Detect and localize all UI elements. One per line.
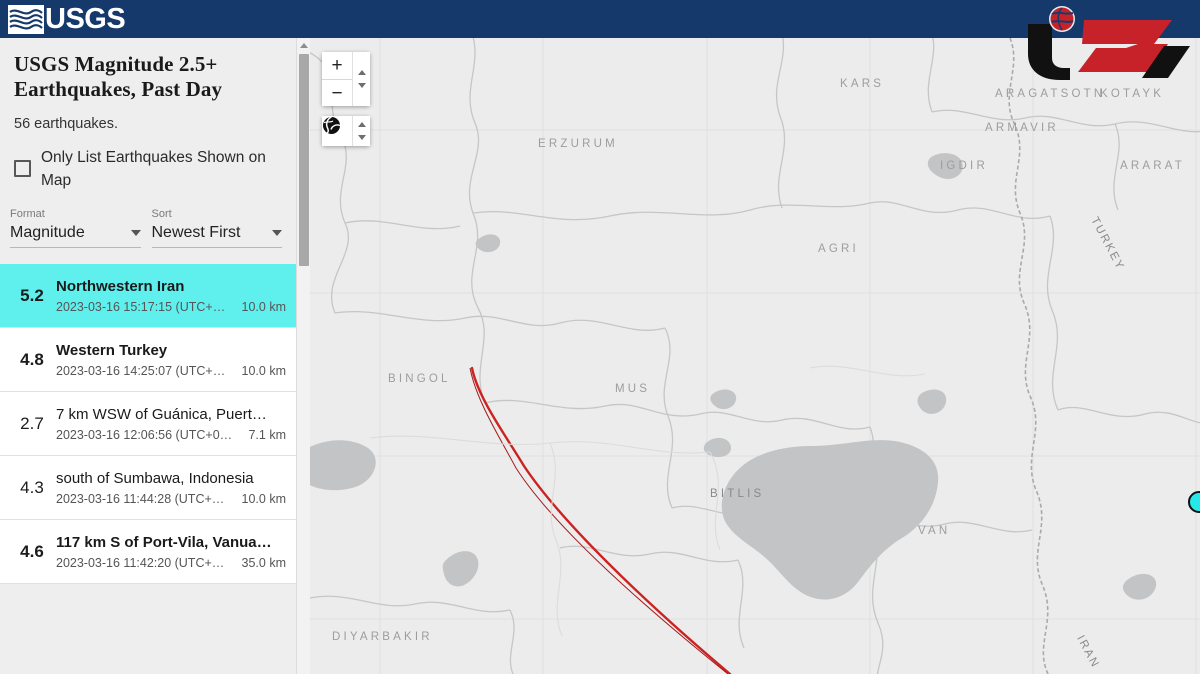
- earthquake-details: 117 km S of Port-Vila, Vanua… 2023-03-16 …: [56, 533, 296, 570]
- earthquake-place: south of Sumbawa, Indonesia: [56, 470, 254, 487]
- earthquake-list-item[interactable]: 5.2 Northwestern Iran 2023-03-16 15:17:15 …: [0, 264, 296, 328]
- earthquake-meta: 2023-03-16 14:25:07 (UTC+… 10.0 km: [56, 364, 286, 378]
- app-root: USGS KARS ARAGATSOTN ARMAVIR IGDIR ARARA…: [0, 0, 1200, 674]
- sort-select-field[interactable]: Sort Newest First: [151, 208, 282, 248]
- map-label-van: VAN: [918, 525, 951, 537]
- scroll-up-arrow-icon[interactable]: [297, 38, 311, 52]
- sort-select-value: Newest First: [151, 224, 241, 241]
- earthquake-meta: 2023-03-16 15:17:15 (UTC+… 10.0 km: [56, 300, 286, 314]
- map-label-kotayk: KOTAYK: [1100, 88, 1165, 100]
- map-label-diyarbakir: DIYARBAKIR: [332, 631, 433, 643]
- map-zoom-control[interactable]: + −: [322, 52, 370, 106]
- earthquake-list-item[interactable]: 4.8 Western Turkey 2023-03-16 14:25:07 (UT…: [0, 328, 296, 392]
- earthquake-details: Western Turkey 2023-03-16 14:25:07 (UTC+……: [56, 341, 296, 378]
- earthquake-map[interactable]: KARS ARAGATSOTN ARMAVIR IGDIR ARARAT KOT…: [310, 38, 1200, 674]
- earthquake-list-item[interactable]: 4.3 south of Sumbawa, Indonesia 2023-03-16…: [0, 456, 296, 520]
- usgs-wave-logo-icon: [8, 4, 44, 34]
- map-admin-boundaries: [310, 38, 1200, 674]
- map-label-bingol: BINGOL: [388, 373, 451, 385]
- earthquake-details: Northwestern Iran 2023-03-16 15:17:15 (UT…: [56, 277, 296, 314]
- map-label-bitlis: BITLIS: [710, 488, 765, 500]
- chevron-down-icon[interactable]: [130, 230, 141, 236]
- format-select-field[interactable]: Format Magnitude: [10, 208, 141, 248]
- zoom-in-button[interactable]: +: [322, 52, 352, 79]
- earthquake-sidebar: USGS Magnitude 2.5+ Earthquakes, Past Da…: [0, 38, 310, 674]
- format-select-label: Format: [10, 208, 45, 220]
- earthquake-details: 7 km WSW of Guánica, Puert… 2023-03-16 12…: [56, 405, 296, 442]
- earthquake-magnitude: 4.3: [20, 477, 44, 497]
- only-list-shown-label: Only List Earthquakes Shown on Map: [41, 149, 266, 189]
- basemap-spin-down-icon[interactable]: [353, 131, 370, 144]
- usgs-logo[interactable]: USGS: [8, 2, 126, 35]
- map-label-mus: MUS: [615, 383, 651, 395]
- globe-icon[interactable]: [322, 116, 352, 146]
- earthquake-time: 2023-03-16 11:44:28 (UTC+…: [56, 492, 225, 506]
- list-controls: Format Magnitude Sort Newest First: [0, 208, 296, 248]
- earthquake-meta: 2023-03-16 12:06:56 (UTC+0… 7.1 km: [56, 428, 286, 442]
- basemap-spin-up-icon[interactable]: [353, 118, 370, 131]
- map-vector-layer: [310, 38, 1200, 674]
- only-list-shown-checkbox[interactable]: [14, 160, 31, 177]
- earthquake-depth: 10.0 km: [241, 492, 286, 506]
- scrollbar-thumb[interactable]: [299, 54, 309, 266]
- map-label-aragatsotn: ARAGATSOTN: [995, 88, 1106, 100]
- usgs-logo-text: USGS: [45, 2, 126, 35]
- earthquake-place: 7 km WSW of Guánica, Puert…: [56, 406, 267, 423]
- earthquake-time: 2023-03-16 14:25:07 (UTC+…: [56, 364, 226, 378]
- earthquake-place: Western Turkey: [56, 342, 168, 359]
- map-fault-line: [469, 366, 732, 674]
- map-label-igdir: IGDIR: [940, 160, 988, 172]
- earthquake-time: 2023-03-16 15:17:15 (UTC+…: [56, 300, 226, 314]
- earthquake-meta: 2023-03-16 11:42:20 (UTC+… 35.0 km: [56, 556, 286, 570]
- zoom-spin-up-icon[interactable]: [353, 66, 370, 79]
- earthquake-depth: 10.0 km: [241, 300, 286, 314]
- earthquake-list-item[interactable]: 4.6 117 km S of Port-Vila, Vanua… 2023-03-…: [0, 520, 296, 584]
- earthquake-magnitude: 5.2: [20, 285, 44, 305]
- earthquake-place: 117 km S of Port-Vila, Vanua…: [56, 534, 272, 551]
- earthquake-count: 56 earthquakes.: [14, 116, 118, 132]
- map-basemap-control[interactable]: [322, 116, 370, 146]
- format-select-value: Magnitude: [10, 224, 85, 241]
- chevron-down-icon[interactable]: [272, 230, 282, 236]
- map-label-agri: AGRI: [818, 243, 859, 255]
- earthquake-depth: 35.0 km: [241, 556, 286, 570]
- map-label-kars: KARS: [840, 78, 885, 90]
- earthquake-time: 2023-03-16 11:42:20 (UTC+…: [56, 556, 225, 570]
- earthquake-place: Northwestern Iran: [56, 278, 185, 295]
- zoom-out-button[interactable]: −: [322, 79, 352, 106]
- news-site-watermark-logo: [1018, 2, 1194, 82]
- map-label-armavir: ARMAVIR: [985, 122, 1059, 134]
- earthquake-depth: 7.1 km: [248, 428, 286, 442]
- sort-select-label: Sort: [151, 208, 172, 220]
- earthquake-depth: 10.0 km: [241, 364, 286, 378]
- map-label-erzurum: ERZURUM: [538, 138, 618, 150]
- earthquake-details: south of Sumbawa, Indonesia 2023-03-16 11…: [56, 469, 296, 506]
- earthquake-list[interactable]: 5.2 Northwestern Iran 2023-03-16 15:17:15 …: [0, 264, 296, 584]
- earthquake-magnitude: 4.8: [20, 349, 44, 369]
- sidebar-scrollbar[interactable]: [296, 38, 310, 674]
- map-label-ararat: ARARAT: [1120, 160, 1185, 172]
- zoom-spin-down-icon[interactable]: [353, 79, 370, 92]
- sidebar-header: USGS Magnitude 2.5+ Earthquakes, Past Da…: [0, 38, 296, 192]
- earthquake-time: 2023-03-16 12:06:56 (UTC+0…: [56, 428, 233, 442]
- earthquake-magnitude: 2.7: [20, 413, 44, 433]
- page-title: USGS Magnitude 2.5+ Earthquakes, Past Da…: [14, 52, 223, 101]
- earthquake-magnitude: 4.6: [20, 541, 44, 561]
- map-graticule: [310, 38, 1200, 674]
- only-list-shown-checkbox-row[interactable]: Only List Earthquakes Shown on Map: [14, 146, 282, 192]
- earthquake-meta: 2023-03-16 11:44:28 (UTC+… 10.0 km: [56, 492, 286, 506]
- earthquake-list-item[interactable]: 2.7 7 km WSW of Guánica, Puert… 2023-03-16…: [0, 392, 296, 456]
